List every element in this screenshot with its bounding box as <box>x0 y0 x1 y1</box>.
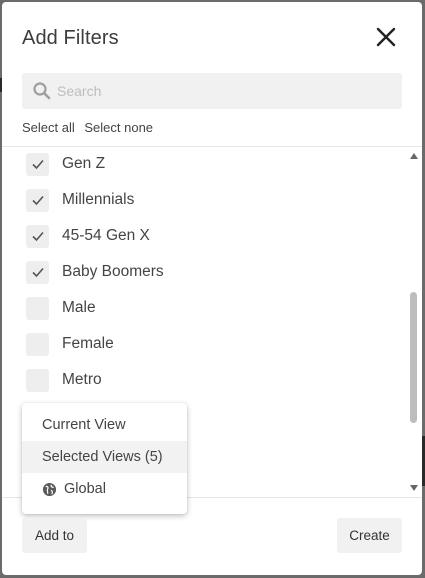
checkbox-unchecked[interactable] <box>26 332 49 356</box>
add-to-menu: Current View Selected Views (5) Global <box>22 403 187 514</box>
filter-label: 45-54 Gen X <box>62 227 150 244</box>
checkbox-unchecked[interactable] <box>26 368 49 392</box>
checkbox-unchecked[interactable] <box>26 296 49 320</box>
filter-item-baby-boomers[interactable]: Baby Boomers <box>26 259 164 285</box>
search-field[interactable] <box>22 73 402 109</box>
selection-links: Select all Select none <box>22 120 159 135</box>
filter-label: Millennials <box>62 191 135 208</box>
add-to-button[interactable]: Add to <box>22 518 87 553</box>
filter-label: Metro <box>62 371 102 388</box>
check-icon <box>31 159 44 170</box>
filter-item-gen-z[interactable]: Gen Z <box>26 151 105 177</box>
menu-item-global[interactable]: Global <box>22 473 187 505</box>
menu-item-label: Selected Views (5) <box>42 449 163 465</box>
search-input[interactable] <box>57 73 392 109</box>
scroll-down-arrow-icon[interactable] <box>409 484 419 492</box>
filter-item-millennials[interactable]: Millennials <box>26 187 134 213</box>
checkbox-checked[interactable] <box>26 224 49 248</box>
checkbox-checked[interactable] <box>26 152 49 176</box>
create-button[interactable]: Create <box>337 518 402 553</box>
select-all-link[interactable]: Select all <box>22 120 75 135</box>
search-icon <box>33 82 51 100</box>
check-icon <box>31 231 44 242</box>
menu-item-current-view[interactable]: Current View <box>22 409 187 441</box>
filter-item-male[interactable]: Male <box>26 295 96 321</box>
select-none-link[interactable]: Select none <box>84 120 153 135</box>
filter-label: Male <box>62 299 96 316</box>
filter-label: Baby Boomers <box>62 263 164 280</box>
check-icon <box>31 267 44 278</box>
globe-icon <box>42 482 57 496</box>
close-icon <box>376 27 396 47</box>
filter-label: Gen Z <box>62 155 106 172</box>
scroll-up-arrow-icon[interactable] <box>409 152 419 160</box>
add-filters-dialog: Add Filters Select all Select none Gen Z… <box>2 2 422 575</box>
close-button[interactable] <box>375 26 397 48</box>
filter-item-metro[interactable]: Metro <box>26 367 102 393</box>
filter-item-female[interactable]: Female <box>26 331 114 357</box>
checkbox-checked[interactable] <box>26 188 49 212</box>
menu-item-label: Current View <box>42 417 126 433</box>
checkbox-checked[interactable] <box>26 260 49 284</box>
scrollbar-thumb[interactable] <box>410 292 417 423</box>
menu-item-label: Global <box>64 481 106 497</box>
menu-item-selected-views[interactable]: Selected Views (5) <box>22 441 187 473</box>
filter-item-45-54-gen-x[interactable]: 45-54 Gen X <box>26 223 150 249</box>
check-icon <box>31 195 44 206</box>
filter-label: Female <box>62 335 114 352</box>
dialog-title: Add Filters <box>22 27 119 49</box>
